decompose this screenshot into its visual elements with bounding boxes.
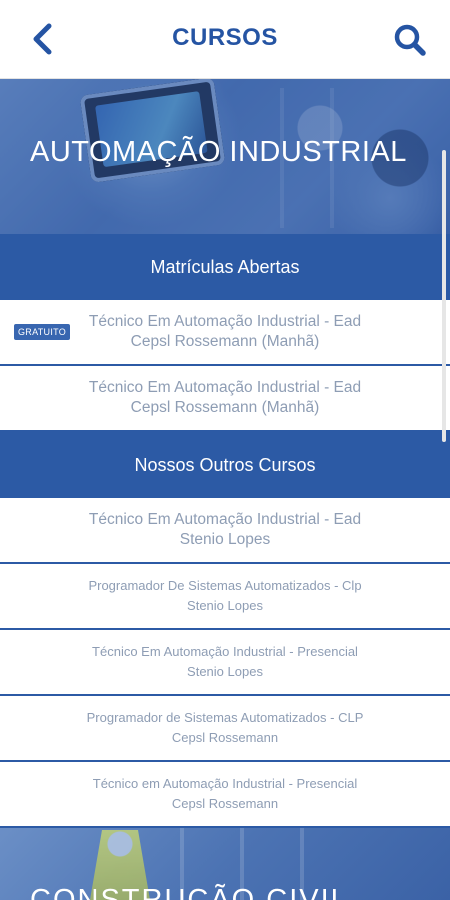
course-name: Técnico Em Automação Industrial - Ead	[88, 511, 362, 528]
course-location: Stenio Lopes	[187, 598, 263, 613]
course-location: Cepsl Rossemann	[171, 796, 279, 811]
course-name: Técnico Em Automação Industrial - Ead	[88, 313, 362, 330]
app-header: CURSOS	[0, 0, 450, 79]
search-button[interactable]	[392, 22, 428, 58]
course-name: Técnico Em Automação Industrial - Ead	[88, 379, 362, 396]
category-title: AUTOMAÇÃO INDUSTRIAL	[30, 136, 407, 168]
page-title: CURSOS	[172, 24, 278, 51]
course-item[interactable]: Técnico Em Automação Industrial - Ead St…	[0, 498, 450, 564]
course-name: Programador de Sistemas Automatizados - …	[86, 710, 364, 725]
course-item[interactable]: Técnico em Automação Industrial - Presen…	[0, 762, 450, 828]
course-location: Stenio Lopes	[187, 664, 263, 679]
category-title: CONSTRUÇÃO CIVIL	[30, 884, 349, 900]
course-name: Técnico Em Automação Industrial - Presen…	[92, 644, 358, 659]
course-item[interactable]: Programador De Sistemas Automatizados - …	[0, 564, 450, 630]
course-item[interactable]: GRATUITO Técnico Em Automação Industrial…	[0, 300, 450, 366]
category-banner-construcao[interactable]: CONSTRUÇÃO CIVIL	[0, 828, 450, 900]
scrollbar[interactable]	[442, 150, 446, 442]
free-badge: GRATUITO	[14, 324, 71, 340]
course-name: Programador De Sistemas Automatizados - …	[88, 578, 362, 593]
course-item[interactable]: Técnico Em Automação Industrial - Ead Ce…	[0, 366, 450, 432]
section-header-others: Nossos Outros Cursos	[0, 432, 450, 498]
course-name: Técnico em Automação Industrial - Presen…	[92, 776, 358, 791]
course-location: Stenio Lopes	[179, 531, 271, 548]
search-icon	[394, 24, 426, 56]
course-location: Cepsl Rossemann (Manhã)	[130, 333, 320, 350]
course-item[interactable]: Programador de Sistemas Automatizados - …	[0, 696, 450, 762]
course-item[interactable]: Técnico Em Automação Industrial - Presen…	[0, 630, 450, 696]
category-banner-automacao[interactable]: AUTOMAÇÃO INDUSTRIAL	[0, 78, 450, 234]
course-location: Cepsl Rossemann	[171, 730, 279, 745]
course-location: Cepsl Rossemann (Manhã)	[130, 399, 320, 416]
section-header-open: Matrículas Abertas	[0, 234, 450, 300]
